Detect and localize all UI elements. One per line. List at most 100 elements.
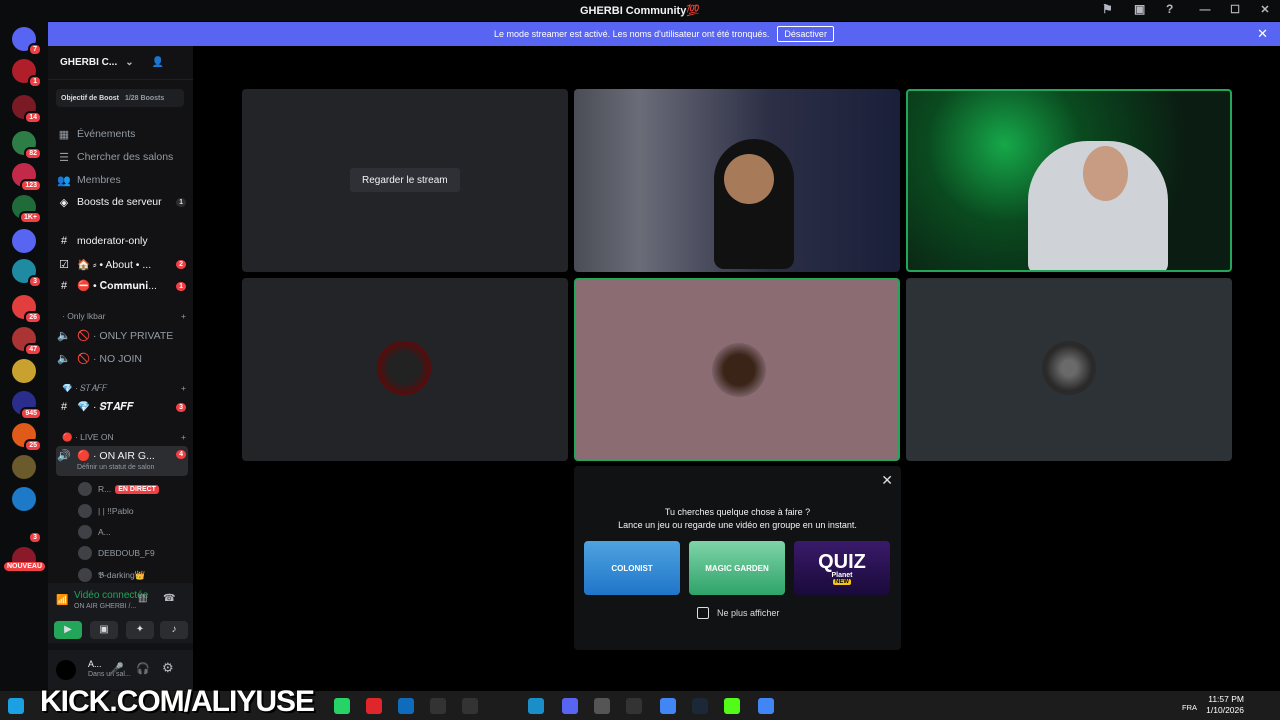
discord-icon[interactable] <box>562 698 578 714</box>
guild-icon-server-13[interactable] <box>12 487 36 511</box>
voice-channel[interactable]: ON AIR GHERBI /... <box>74 603 136 610</box>
invite-icon[interactable]: 👤 <box>152 57 164 68</box>
activity-quiz[interactable]: QUIZ Planet NEW <box>794 541 890 595</box>
avatar <box>377 341 431 395</box>
participant-tile[interactable] <box>574 278 900 461</box>
guild-icon-server-6[interactable]: 3 <box>12 259 42 288</box>
activity-magic-garden[interactable]: MAGIC GARDEN <box>689 541 785 595</box>
avatar <box>712 343 766 397</box>
guild-icon-server-12[interactable] <box>12 455 36 479</box>
video-tile[interactable] <box>574 89 900 272</box>
avatar[interactable] <box>56 660 76 680</box>
screen-icon[interactable]: ▣ <box>1134 2 1148 16</box>
channel-community[interactable]: # ⛔ • 𝐂𝐨𝐦𝐦𝐮𝐧𝐢... 1 <box>56 276 188 296</box>
guild-icon-server-4[interactable]: 123 <box>12 163 42 192</box>
channel-staff[interactable]: # 💎 · 𝑺𝑻𝑨𝑭𝑭 3 <box>56 397 188 417</box>
activity-colonist[interactable]: COLONIST <box>584 541 680 595</box>
disable-streamer-button[interactable]: Désactiver <box>777 26 834 42</box>
language-indicator[interactable]: FRA <box>1182 703 1197 712</box>
voice-member[interactable]: R... EN DIRECT <box>78 480 188 498</box>
minimize-icon[interactable]: — <box>1190 0 1220 21</box>
add-icon[interactable]: + <box>181 383 186 394</box>
stream-tile[interactable]: Regarder le stream <box>242 89 568 272</box>
category-only[interactable]: · Only lkbar + <box>62 311 186 321</box>
headphones-icon[interactable]: 🎧 <box>136 662 150 675</box>
channel-moderator[interactable]: # moderator-only <box>56 231 188 251</box>
voice-member[interactable]: DEBDOUB_F9 <box>78 544 188 562</box>
guild-icon-Discord[interactable]: 7 <box>12 27 42 56</box>
close-icon[interactable]: ✕ <box>881 472 893 489</box>
opera-icon[interactable] <box>366 698 382 714</box>
disconnect-icon[interactable]: ☎ <box>163 593 175 604</box>
server-header[interactable]: GHERBI C... ⌄ 👤 <box>48 46 193 80</box>
chrome-icon[interactable] <box>660 698 676 714</box>
soundboard-icon[interactable]: ♪ <box>160 621 188 639</box>
channel-status[interactable]: Définir un statut de salon <box>77 464 154 471</box>
dont-show-checkbox[interactable]: Ne plus afficher <box>697 607 779 619</box>
outlook-icon[interactable] <box>398 698 414 714</box>
guild-icon-server-8[interactable]: 47 <box>12 327 42 356</box>
add-icon[interactable]: + <box>181 311 186 321</box>
guild-icon-server-10[interactable]: 945 <box>12 391 42 420</box>
system-clock[interactable]: 11:57 PM 1/10/2026 <box>1206 694 1244 716</box>
channel-label: moderator-only <box>77 235 148 247</box>
category-staff[interactable]: 💎 · 𝑆𝑇𝐴𝐹𝐹 + <box>62 383 186 394</box>
obs-icon[interactable] <box>626 698 642 714</box>
avatar <box>78 525 92 539</box>
guild-icon-server-1[interactable]: 1 <box>12 59 42 88</box>
participant-tile[interactable] <box>242 278 568 461</box>
windows-start-icon[interactable] <box>8 698 24 714</box>
watch-stream-button[interactable]: Regarder le stream <box>350 168 460 192</box>
channel-browse[interactable]: ☰ Chercher des salons <box>56 147 188 167</box>
activity-label: MAGIC GARDEN <box>705 563 769 573</box>
kick-icon[interactable] <box>724 698 740 714</box>
channel-events[interactable]: ▦ Événements <box>56 124 188 144</box>
rules-icon: ☑ <box>59 258 69 271</box>
voice-member[interactable]: A... <box>78 523 188 541</box>
unread-badge: 3 <box>28 531 42 544</box>
channel-about[interactable]: ☑ 🏠 ⸗ • About • ... 2 <box>56 254 188 274</box>
voice-member[interactable]: 𝕭-darking👑 <box>78 566 188 584</box>
guild-icon-server-14[interactable]: 3 <box>12 515 42 544</box>
maximize-icon[interactable]: ☐ <box>1220 0 1250 21</box>
participant-tile[interactable] <box>906 278 1232 461</box>
noise-icon[interactable]: ▥ <box>138 593 147 604</box>
inbox-icon[interactable]: ⚑ <box>1102 2 1116 16</box>
guild-icon-server-5[interactable]: 1K+ <box>12 195 42 224</box>
help-icon[interactable]: ? <box>1166 2 1180 16</box>
category-live[interactable]: 🔴 · LIVE ON + <box>62 432 186 443</box>
settings-icon[interactable]: ⚙ <box>162 660 174 676</box>
whatsapp-icon[interactable] <box>334 698 350 714</box>
edge-icon[interactable] <box>528 698 544 714</box>
capcut-icon[interactable] <box>430 698 446 714</box>
chrome2-icon[interactable] <box>758 698 774 714</box>
channel-members[interactable]: 👥 Membres <box>56 170 188 190</box>
channel-boosts[interactable]: ◈ Boosts de serveur 1 <box>56 192 188 212</box>
add-icon[interactable]: + <box>181 432 186 443</box>
steam-icon[interactable] <box>692 698 708 714</box>
screen-share-icon[interactable]: ▣ <box>90 621 118 639</box>
guild-icon-server-2[interactable]: 14 <box>12 95 42 124</box>
banner-close-icon[interactable]: ✕ <box>1257 26 1268 42</box>
settings-icon[interactable] <box>594 698 610 714</box>
count-badge: 1 <box>176 281 186 291</box>
guild-icon-server-9[interactable] <box>12 359 36 383</box>
voice-member[interactable]: | | !!Pablo <box>78 502 188 520</box>
guild-icon-server-11[interactable]: 25 <box>12 423 42 452</box>
checkbox-box[interactable] <box>697 607 709 619</box>
camera-icon[interactable]: ▶ <box>54 621 82 639</box>
capcut2-icon[interactable] <box>462 698 478 714</box>
boost-goal[interactable]: Objectif de Boost 1/28 Boosts <box>56 89 184 107</box>
activities-icon[interactable]: ✦ <box>126 621 154 639</box>
guild-icon-server-3[interactable]: 82 <box>12 131 42 160</box>
channel-on-air[interactable]: 🔊 🔴 · ON AIR G... 4 Définir un statut de… <box>56 446 188 476</box>
hash-icon: # <box>60 401 68 413</box>
video-tile[interactable] <box>906 89 1232 272</box>
microphone-icon[interactable]: 🎤 <box>110 662 124 675</box>
guild-icon-folder[interactable] <box>12 229 36 253</box>
close-icon[interactable]: ✕ <box>1250 0 1280 21</box>
guild-icon-server-7[interactable]: 26 <box>12 295 42 324</box>
channel-no-join[interactable]: 🔈 🚫 · NO JOIN <box>56 348 188 368</box>
channel-only-private[interactable]: 🔈 🚫 · ONLY PRIVATE <box>56 325 188 345</box>
guild-list: 7 1 14 82 123 1K+ 3 26 47 945 25 3 NOUVEAU <box>0 21 48 691</box>
